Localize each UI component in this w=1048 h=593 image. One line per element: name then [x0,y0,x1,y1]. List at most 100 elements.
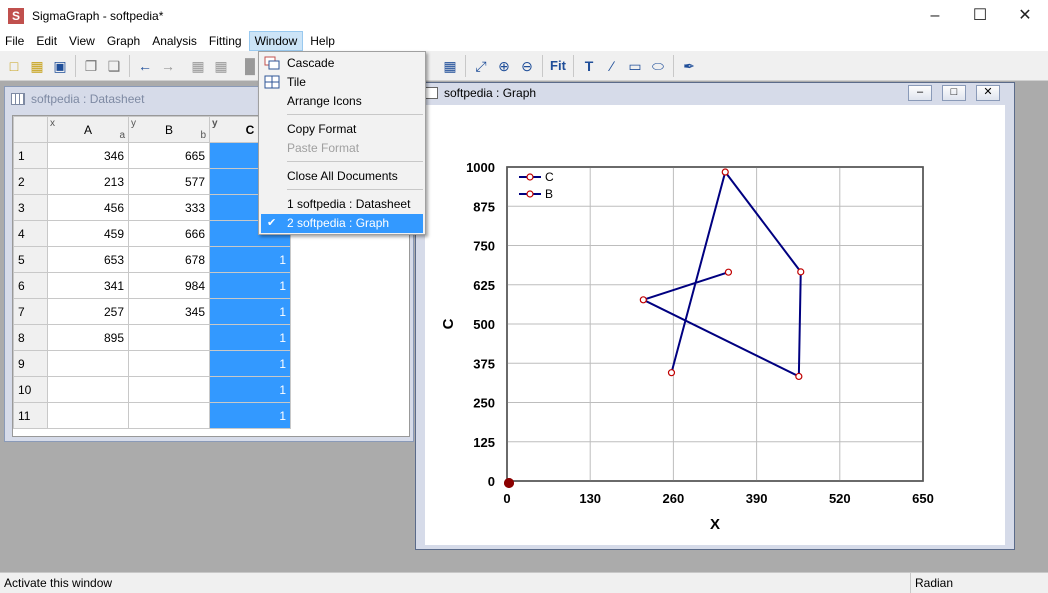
menu-item-window-2[interactable]: ✔ 2 softpedia : Graph [261,214,423,233]
cell-a[interactable]: 346 [47,142,129,169]
open-icon[interactable]: ▦ [27,56,47,76]
graph-window[interactable]: softpedia : Graph – □ ✕ 0 130 260 390 520 650… [415,82,1015,550]
line-tool-icon[interactable]: ∕ [602,56,622,76]
cell-a[interactable]: 456 [47,194,129,221]
menu-file[interactable]: File [0,31,29,51]
menu-item-tile[interactable]: Tile [261,73,423,92]
autoscale-icon[interactable]: ⤢ [471,56,491,76]
cell-c[interactable]: 1 [209,350,291,377]
cell-a[interactable]: 653 [47,246,129,273]
menu-view[interactable]: View [64,31,100,51]
paste-icon[interactable]: ❑ [104,56,124,76]
row-header[interactable]: 2 [13,168,48,195]
cell-b[interactable]: 678 [128,246,210,273]
cell-c[interactable]: 1 [209,246,291,273]
cell-c[interactable]: 1 [209,402,291,429]
menu-item-arrange-icons[interactable]: Arrange Icons [261,92,423,111]
cell-a[interactable]: 213 [47,168,129,195]
menu-edit[interactable]: Edit [31,31,62,51]
row-header[interactable]: 3 [13,194,48,221]
cell-b[interactable]: 345 [128,298,210,325]
cell-a[interactable] [47,376,129,403]
close-icon[interactable]: ✕ [1002,0,1048,31]
new-icon[interactable]: □ [4,56,24,76]
menu-item-copy-format[interactable]: Copy Format [261,120,423,139]
copy-icon[interactable]: ❐ [81,56,101,76]
graph-canvas[interactable]: 0 130 260 390 520 650 0 125 250 375 500 625 750 875 10… [425,105,1005,545]
graph-titlebar[interactable]: softpedia : Graph – □ ✕ [416,83,1014,103]
cell-b[interactable]: 666 [128,220,210,247]
menu-window[interactable]: Window [248,31,304,51]
row-header[interactable]: 6 [13,272,48,299]
menu-item-window-1[interactable]: 1 softpedia : Datasheet [261,195,423,214]
zoom-in-icon[interactable]: ⊕ [494,56,514,76]
row-header[interactable]: 11 [13,402,48,429]
cell-b[interactable]: 984 [128,272,210,299]
corner-cell[interactable] [13,116,48,143]
series-point-B [797,268,805,276]
datasheet-icon[interactable]: ▦ [440,56,460,76]
minimize-icon[interactable]: – [912,0,958,31]
row-header[interactable]: 8 [13,324,48,351]
title-bar: S SigmaGraph - softpedia* – ☐ ✕ [0,0,1048,31]
menu-fitting[interactable]: Fitting [204,31,247,51]
x-tick-label: 0 [503,491,510,506]
pen-tool-icon[interactable]: ✒ [679,56,699,76]
text-tool-icon[interactable]: T [579,56,599,76]
cell-a[interactable]: 895 [47,324,129,351]
menu-help[interactable]: Help [305,31,340,51]
row-header[interactable]: 9 [13,350,48,377]
cell-a[interactable] [47,402,129,429]
cell-b[interactable]: 577 [128,168,210,195]
series-point-C [504,478,514,488]
cell-b[interactable]: 665 [128,142,210,169]
cell-b[interactable]: 333 [128,194,210,221]
add-row-icon[interactable]: ▦ [188,56,208,76]
table-row: 7 257 345 1 [13,298,291,325]
cell-b[interactable] [128,402,210,429]
table-row: 1 346 665 [13,142,291,169]
column-sub: b [200,130,206,141]
row-header[interactable]: 1 [13,142,48,169]
column-header-b[interactable]: y B b [128,116,210,143]
fit-icon[interactable]: Fit [548,56,568,76]
chart-svg[interactable]: 0 130 260 390 520 650 0 125 250 375 500 625 750 875 10… [425,105,1005,545]
ellipse-tool-icon[interactable]: ⬭ [648,56,668,76]
menu-graph[interactable]: Graph [102,31,145,51]
graph-title: softpedia : Graph [444,86,537,100]
menu-analysis[interactable]: Analysis [147,31,202,51]
graph-restore-icon[interactable]: □ [942,85,966,101]
rectangle-tool-icon[interactable]: ▭ [625,56,645,76]
undo-icon[interactable]: ← [135,56,155,76]
column-name: B [164,122,173,137]
status-bar: Activate this window Radian [0,572,1048,593]
cell-c[interactable]: 1 [209,272,291,299]
column-icon[interactable]: █ [240,56,260,76]
row-header[interactable]: 5 [13,246,48,273]
cell-a[interactable]: 459 [47,220,129,247]
cell-a[interactable]: 257 [47,298,129,325]
cell-c[interactable]: 1 [209,376,291,403]
row-header[interactable]: 4 [13,220,48,247]
maximize-icon[interactable]: ☐ [957,0,1003,31]
menu-item-cascade[interactable]: Cascade [261,54,423,73]
cell-b[interactable] [128,324,210,351]
cell-b[interactable] [128,376,210,403]
menu-item-close-all[interactable]: Close All Documents [261,167,423,186]
redo-icon[interactable]: → [158,56,178,76]
add-column-icon[interactable]: ▦ [211,56,231,76]
cell-c[interactable]: 1 [209,298,291,325]
cell-a[interactable] [47,350,129,377]
y-tick-label: 500 [473,317,495,332]
zoom-out-icon[interactable]: ⊖ [517,56,537,76]
graph-minimize-icon[interactable]: – [908,85,932,101]
row-header[interactable]: 10 [13,376,48,403]
row-header[interactable]: 7 [13,298,48,325]
table-row: 5 653 678 1 [13,246,291,273]
cell-c[interactable]: 1 [209,324,291,351]
cell-b[interactable] [128,350,210,377]
save-icon[interactable]: ▣ [50,56,70,76]
cell-a[interactable]: 341 [47,272,129,299]
column-header-a[interactable]: x A a [47,116,129,143]
graph-close-icon[interactable]: ✕ [976,85,1000,101]
